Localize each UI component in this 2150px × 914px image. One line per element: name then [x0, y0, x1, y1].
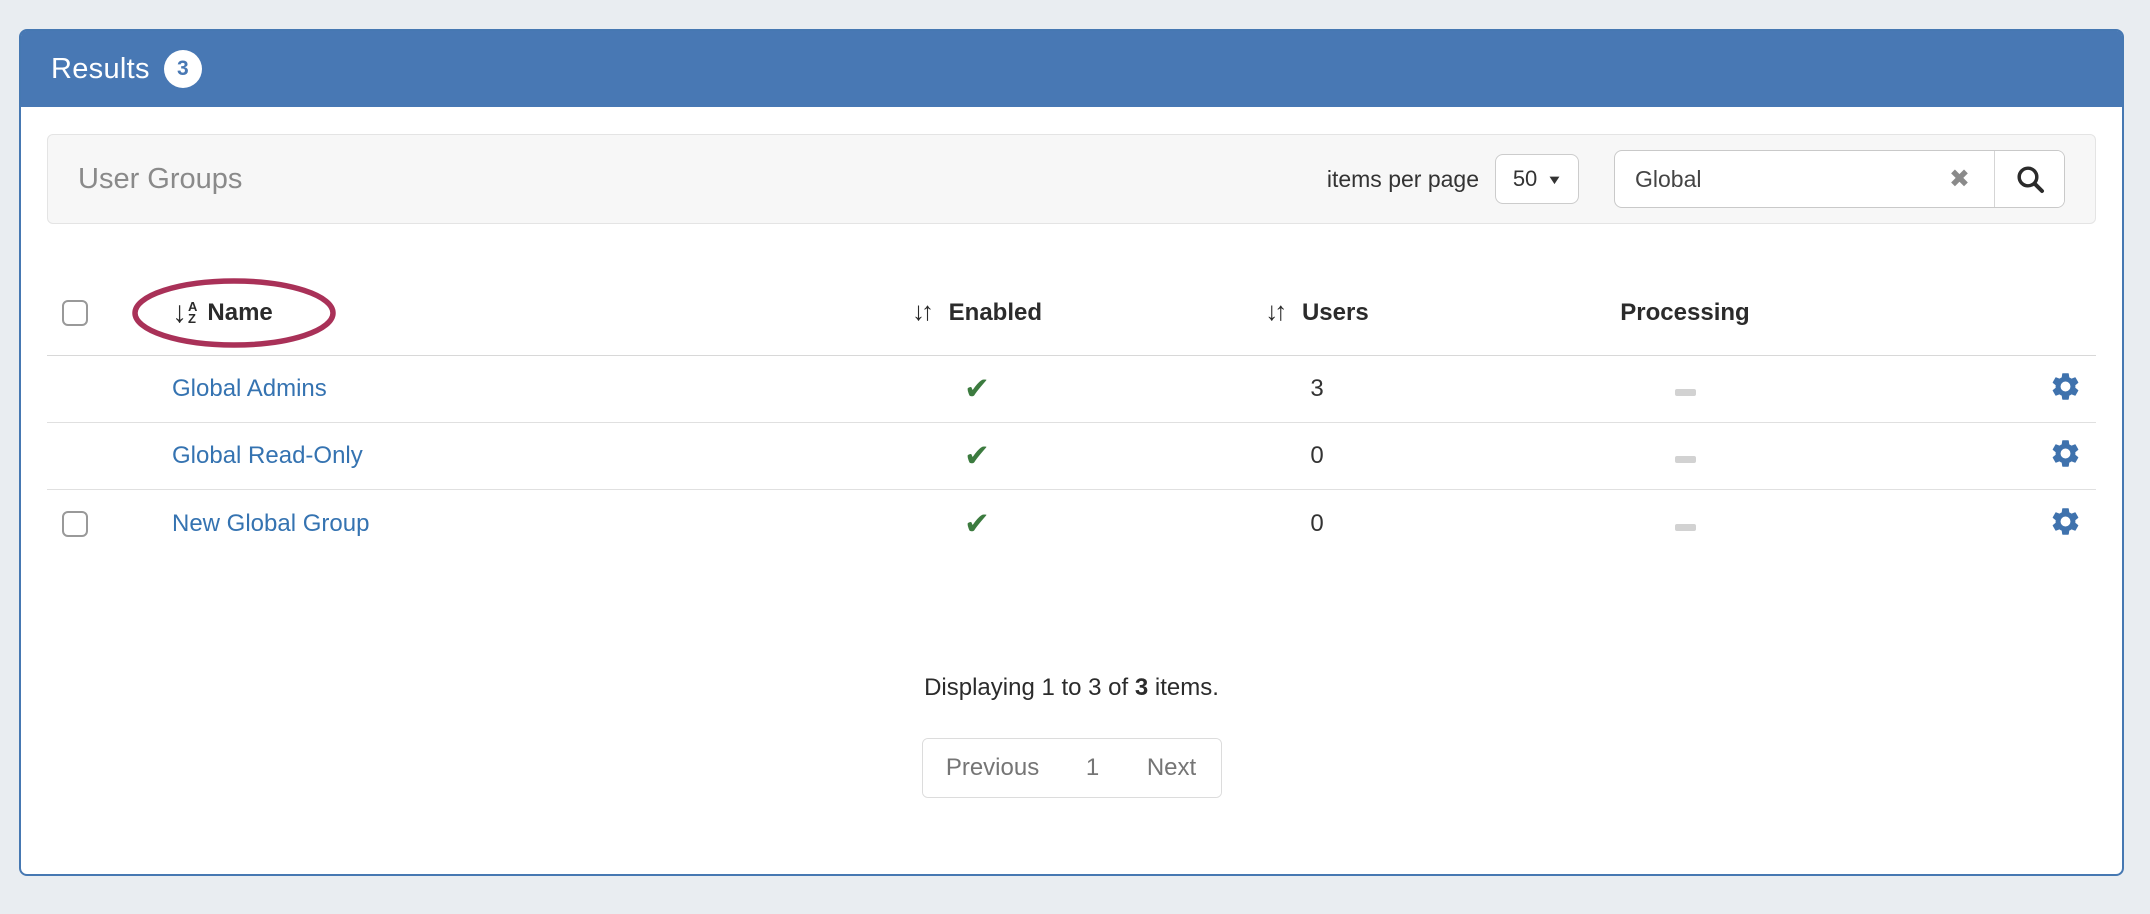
next-page-button[interactable]: Next	[1123, 739, 1221, 797]
gear-icon	[2049, 505, 2082, 538]
user-groups-table: ↓ A Z Name ↓↑ Enabled ↓↑ Users	[47, 270, 2096, 557]
users-count: 0	[1107, 442, 1527, 470]
results-panel: Results 3 User Groups items per page 50 …	[19, 29, 2124, 876]
row-settings-button[interactable]	[2049, 437, 2082, 473]
column-header-users[interactable]: ↓↑ Users	[1107, 298, 1527, 327]
page-size-value: 50	[1513, 166, 1537, 192]
results-count-badge: 3	[164, 50, 202, 88]
search-button[interactable]	[1995, 151, 2064, 207]
current-page-button[interactable]: 1	[1063, 739, 1123, 797]
pagination: Previous 1 Next	[47, 738, 2096, 798]
group-name-link[interactable]: New Global Group	[172, 510, 369, 537]
search-input[interactable]	[1635, 166, 1943, 193]
column-header-enabled[interactable]: ↓↑ Enabled	[847, 298, 1107, 327]
table-row: Global Admins ✔ 3	[47, 356, 2096, 423]
page-background: { "panel": { "title": "Results", "badge_…	[0, 0, 2150, 914]
group-name-link[interactable]: Global Admins	[172, 375, 327, 402]
page-size-select[interactable]: 50 ▼	[1495, 154, 1579, 204]
clear-search-icon[interactable]: ✖	[1943, 164, 1976, 194]
row-checkbox[interactable]	[62, 511, 88, 537]
table-row: New Global Group ✔ 0	[47, 490, 2096, 557]
enabled-check-icon: ✔	[964, 438, 990, 473]
sort-both-icon: ↓↑	[1265, 298, 1287, 324]
enabled-check-icon: ✔	[964, 506, 990, 541]
processing-dash-icon	[1675, 456, 1696, 463]
table-row: Global Read-Only ✔ 0	[47, 423, 2096, 490]
select-all-checkbox[interactable]	[62, 300, 88, 326]
gear-icon	[2049, 370, 2082, 403]
users-count: 3	[1107, 375, 1527, 403]
toolbar-title: User Groups	[78, 163, 1327, 196]
column-header-name[interactable]: ↓ A Z Name	[117, 298, 847, 328]
results-panel-header: Results 3	[21, 31, 2122, 107]
users-count: 0	[1107, 510, 1527, 538]
sort-alpha-desc-icon: ↓ A Z	[172, 298, 197, 328]
total-items-count: 3	[1135, 674, 1148, 701]
previous-page-button[interactable]: Previous	[923, 739, 1063, 797]
table-header-row: ↓ A Z Name ↓↑ Enabled ↓↑ Users	[47, 270, 2096, 356]
row-settings-button[interactable]	[2049, 370, 2082, 406]
magnifier-icon	[2014, 163, 2046, 195]
enabled-check-icon: ✔	[964, 371, 990, 406]
group-name-link[interactable]: Global Read-Only	[172, 442, 363, 469]
items-per-page-label: items per page	[1327, 166, 1479, 193]
row-settings-button[interactable]	[2049, 505, 2082, 541]
search-field: ✖	[1615, 151, 1995, 207]
processing-dash-icon	[1675, 524, 1696, 531]
table-toolbar: User Groups items per page 50 ▼ ✖	[47, 134, 2096, 224]
panel-body: User Groups items per page 50 ▼ ✖	[21, 107, 2122, 825]
sort-both-icon: ↓↑	[912, 298, 934, 324]
gear-icon	[2049, 437, 2082, 470]
column-header-processing: Processing	[1527, 299, 1843, 327]
pagination-summary: Displaying 1 to 3 of 3 items.	[47, 674, 2096, 702]
search-group: ✖	[1614, 150, 2065, 208]
caret-down-icon: ▼	[1546, 172, 1563, 187]
processing-dash-icon	[1675, 389, 1696, 396]
panel-title: Results	[51, 53, 150, 86]
